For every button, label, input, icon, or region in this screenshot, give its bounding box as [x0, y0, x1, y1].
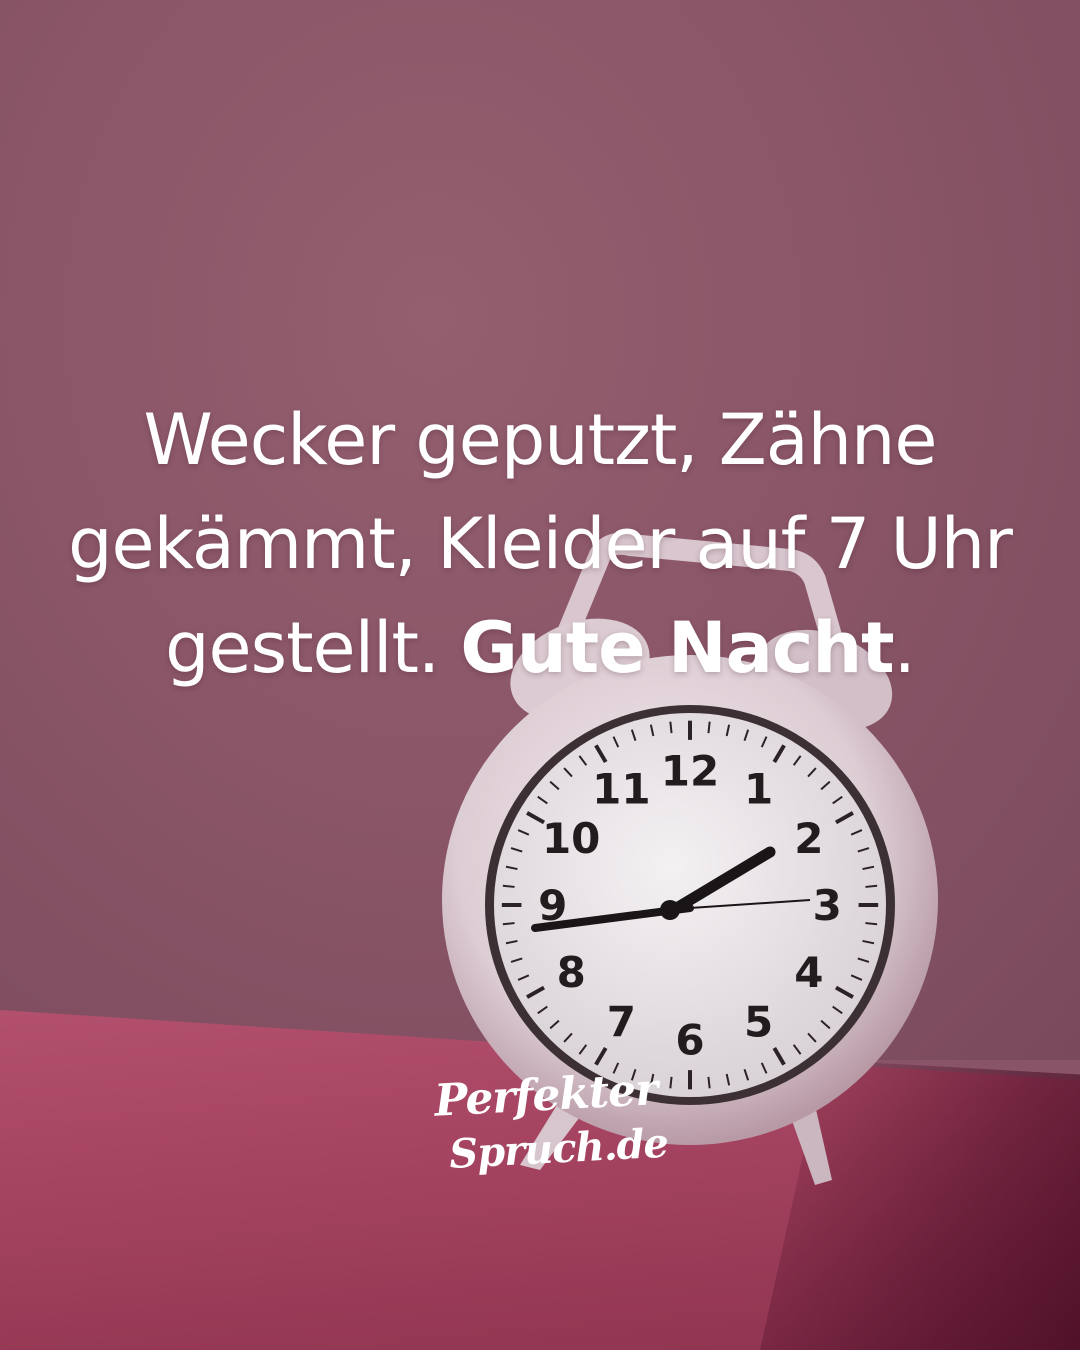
quote-highlight: Gute Nacht: [460, 607, 894, 689]
clock-numeral: 5: [744, 997, 773, 1046]
clock-minor-tick: [502, 922, 515, 926]
quote-text: Wecker geputzt, Zähne gekämmt, Kleider a…: [60, 388, 1020, 700]
clock-minor-tick: [669, 721, 673, 734]
quote-line-3-regular: gestellt.: [165, 607, 461, 689]
clock-numeral: 2: [794, 814, 823, 863]
quote-line-3-end: .: [893, 607, 916, 689]
brand-logo: Perfekter Spruch.de: [427, 1062, 669, 1194]
clock-numeral: 4: [794, 948, 823, 997]
clock-minor-tick: [865, 922, 878, 926]
clock-minor-tick: [707, 721, 711, 734]
clock-minor-tick: [502, 884, 515, 888]
brand-line-1: Perfekter: [433, 1064, 659, 1127]
brand-line-2: Spruch.de: [448, 1119, 669, 1179]
clock-numeral: 11: [592, 765, 650, 814]
clock-minor-tick: [669, 1076, 673, 1089]
clock-minor-tick: [707, 1076, 711, 1089]
clock-minor-tick: [865, 884, 878, 888]
clock-numeral: 3: [813, 881, 842, 930]
clock-numeral: 6: [675, 1015, 704, 1064]
quote-line-2: gekämmt, Kleider auf 7 Uhr: [68, 503, 1013, 585]
clock-numeral: 10: [542, 814, 600, 863]
quote-line-1: Wecker geputzt, Zähne: [143, 399, 938, 481]
clock-numeral: 12: [661, 747, 719, 796]
clock-center-cap: [660, 900, 680, 920]
clock-numeral: 8: [557, 948, 586, 997]
clock-numeral: 7: [607, 997, 636, 1046]
clock-numeral: 1: [744, 765, 773, 814]
scene: 12 1 2 3 4 5 6 7 8 9 10 11 Wecker geputzt, Zähne ge…: [0, 0, 1080, 1350]
quote-line-3: gestellt. Gute Nacht.: [60, 596, 1020, 700]
